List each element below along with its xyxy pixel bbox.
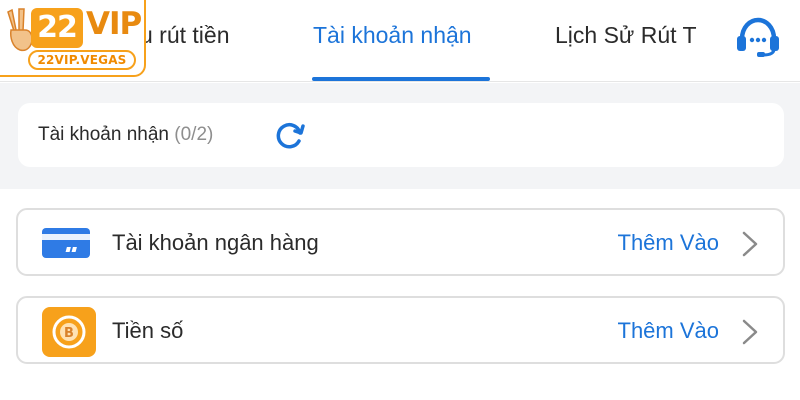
support-button[interactable] <box>733 15 783 59</box>
bank-card-icon <box>42 228 90 258</box>
headset-icon <box>737 17 779 57</box>
accounts-summary-card: Tài khoản nhận (0/2) <box>18 103 784 167</box>
tab-receiving-accounts[interactable]: Tài khoản nhận <box>313 22 472 49</box>
logo-badge: 22 <box>31 8 83 48</box>
bank-account-row[interactable]: Tài khoản ngân hàng Thêm Vào <box>16 208 785 276</box>
add-crypto-button[interactable]: Thêm Vào <box>618 318 720 344</box>
bitcoin-icon: B <box>42 307 96 357</box>
chevron-right-icon <box>742 231 758 257</box>
summary-count: (0/2) <box>174 124 214 145</box>
chevron-right-icon <box>742 319 758 345</box>
brand-logo: 22 VIP 22VIP.VEGAS <box>0 0 146 77</box>
svg-text:B: B <box>64 326 74 341</box>
logo-domain: 22VIP.VEGAS <box>28 50 136 70</box>
refresh-icon[interactable] <box>274 120 306 152</box>
active-tab-indicator <box>312 77 490 81</box>
summary-label: Tài khoản nhận (0/2) <box>38 124 213 146</box>
tab-withdrawal-history[interactable]: Lịch Sử Rút T <box>555 22 713 49</box>
tab-withdraw[interactable]: u rút tiền <box>140 22 230 49</box>
bank-account-label: Tài khoản ngân hàng <box>112 230 319 255</box>
summary-title: Tài khoản nhận <box>38 124 169 145</box>
logo-text: VIP <box>86 6 142 42</box>
crypto-account-row[interactable]: B Tiền số Thêm Vào <box>16 296 785 364</box>
add-bank-account-button[interactable]: Thêm Vào <box>618 230 720 256</box>
crypto-label: Tiền số <box>112 318 184 343</box>
